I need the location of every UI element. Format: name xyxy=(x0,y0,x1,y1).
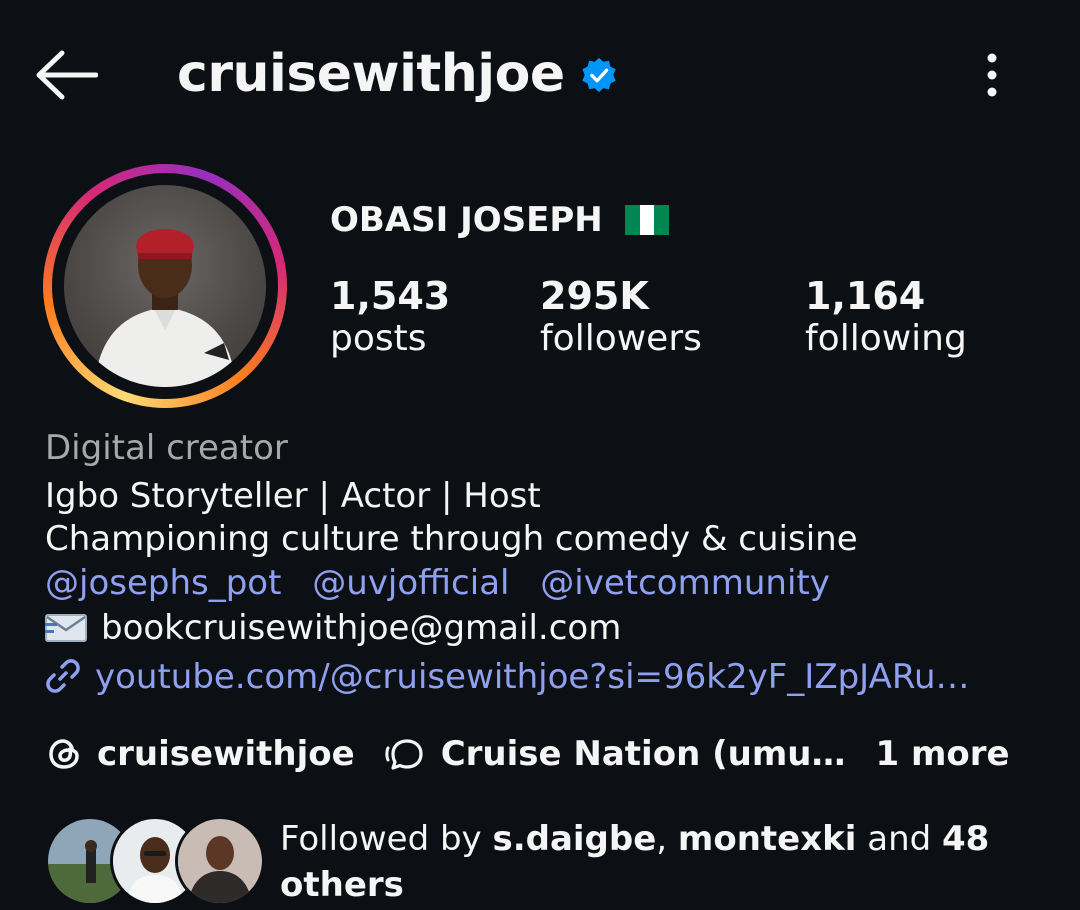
mutual-followers-avatars[interactable] xyxy=(45,816,265,906)
channel-chip-label: Cruise Nation (umu… xyxy=(440,734,846,774)
threads-chip[interactable]: cruisewithjoe xyxy=(45,734,355,774)
followers-stat[interactable]: 295K followers xyxy=(540,274,702,359)
mention-link[interactable]: @josephs_pot xyxy=(45,563,281,603)
verified-badge-icon xyxy=(582,57,616,93)
posts-stat[interactable]: 1,543 posts xyxy=(330,274,450,359)
followers-label: followers xyxy=(540,318,702,359)
profile-username: cruisewithjoe xyxy=(177,44,565,104)
profile-avatar[interactable] xyxy=(43,164,287,408)
posts-count: 1,543 xyxy=(330,274,451,318)
broadcast-channel-icon xyxy=(385,739,423,770)
followed-by-text[interactable]: Followed by s.daigbe, montexki and 48 oth… xyxy=(280,816,1040,908)
mention-link[interactable]: @uvjofficial xyxy=(312,563,509,603)
bio-line-2: Championing culture through comedy & cui… xyxy=(45,519,858,559)
followers-count: 295K xyxy=(540,274,649,318)
more-links-chip[interactable]: 1 more xyxy=(875,734,1009,774)
link-icon xyxy=(46,659,80,693)
mutual-followers-count: 48 xyxy=(942,819,990,859)
back-arrow-icon[interactable] xyxy=(34,50,98,100)
mutual-follower-avatar xyxy=(175,816,265,906)
followed-by-prefix: Followed by xyxy=(280,819,493,859)
avatar-photo xyxy=(64,185,266,387)
profile-chips: cruisewithjoe Cruise Nation (umu… 1 more xyxy=(45,734,1040,774)
followed-by-separator: , xyxy=(656,819,678,859)
nigeria-flag-icon xyxy=(624,205,669,235)
profile-full-name: OBASI JOSEPH xyxy=(330,200,669,240)
bio-email: bookcruisewithjoe@gmail.com xyxy=(45,608,621,648)
bio-line-1: Igbo Storyteller | Actor | Host xyxy=(45,476,541,516)
threads-chip-label: cruisewithjoe xyxy=(97,734,355,774)
followed-by-and: and xyxy=(856,819,943,859)
email-text: bookcruisewithjoe@gmail.com xyxy=(101,608,622,648)
channel-chip[interactable]: Cruise Nation (umu… xyxy=(385,734,846,774)
following-stat[interactable]: 1,164 following xyxy=(805,274,967,359)
followed-by-suffix: others xyxy=(280,865,404,905)
full-name-text: OBASI JOSEPH xyxy=(330,200,603,240)
following-label: following xyxy=(805,318,967,359)
profile-category: Digital creator xyxy=(45,428,288,468)
threads-icon xyxy=(49,739,79,769)
following-count: 1,164 xyxy=(805,274,926,318)
mutual-follower-name: s.daigbe xyxy=(492,819,657,859)
email-icon xyxy=(45,614,87,642)
mention-link[interactable]: @ivetcommunity xyxy=(540,563,830,603)
posts-label: posts xyxy=(330,318,427,359)
link-text: youtube.com/@cruisewithjoe?si=96k2yF_IZp… xyxy=(95,657,970,697)
more-options-icon[interactable] xyxy=(978,50,1006,100)
bio-mentions: @josephs_pot @uvjofficial @ivetcommunity xyxy=(45,563,850,603)
mutual-follower-name: montexki xyxy=(677,819,857,859)
bio-link[interactable]: youtube.com/@cruisewithjoe?si=96k2yF_IZp… xyxy=(45,657,970,697)
